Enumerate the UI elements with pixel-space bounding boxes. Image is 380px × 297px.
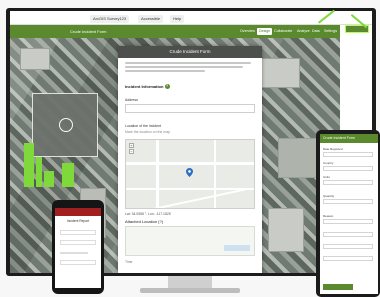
tablet-field[interactable] [323,256,373,261]
zoom-out-button[interactable]: − [129,149,134,154]
app-title: Crude Incident Form [70,29,107,34]
building [268,208,304,252]
green-bar-graphic [24,129,84,187]
tablet-label: Quantity [323,194,335,198]
nav-data[interactable]: Data [310,28,322,35]
tablet-field[interactable] [323,244,373,249]
nav-overview[interactable]: Overview [238,28,257,35]
tablet-label: Reason [323,214,334,218]
road [126,162,254,165]
phone-header [55,208,101,216]
phone-device: Incident Report [52,200,104,294]
tablet-device: Crude Incident Form Date Reported Countr… [316,130,380,297]
help-icon[interactable]: ? [164,84,170,90]
tablet-field[interactable] [323,232,373,237]
location-label: Location of the incident [125,124,161,128]
address-label: Address [125,98,138,102]
form-intro [125,62,255,72]
road [136,188,246,208]
phone-field[interactable] [60,260,96,265]
tablet-field[interactable] [323,152,373,157]
map-pin-icon [186,168,193,177]
nav-design[interactable]: Design [257,28,273,35]
monitor-base [140,288,240,293]
tablet-field[interactable] [323,166,373,171]
bar [44,171,54,187]
address-input[interactable] [125,104,255,113]
phone-field[interactable] [60,240,96,245]
monitor-stand [168,276,212,288]
time-label: Time [125,260,133,264]
browser-tab-2[interactable]: Accessible [138,15,164,23]
phone-field[interactable] [60,230,96,235]
incident-info-title: Incident Information ? [125,84,170,90]
location-hint: Mark the location on the map [125,130,171,134]
bar [62,163,74,187]
product-showcase: ArcGIS Survey123 Accessible Help Crude I… [0,0,380,297]
incident-info-label: Incident Information [125,84,164,89]
upload-title: Attached Location (?) [125,219,164,224]
tablet-header: Crude Incident Form [320,134,378,143]
upload-button[interactable] [224,245,250,251]
browser-tab-3[interactable]: Help [170,15,185,23]
phone-title: Incident Report [66,219,90,223]
upload-area[interactable] [125,226,255,256]
tablet-label: Country [323,161,334,165]
zoom-in-button[interactable]: + [129,143,134,148]
tablet-field[interactable] [323,199,373,204]
tablet-field[interactable] [323,180,373,185]
phone-text-line [60,252,88,254]
building [260,58,300,88]
tablet-label: Units [323,175,330,179]
tablet-submit-button[interactable] [323,284,353,290]
bar [36,157,42,187]
bar [24,143,34,187]
tablet-screen: Crude Incident Form Date Reported Countr… [320,134,378,294]
tablet-field[interactable] [323,219,373,224]
browser-tab-1[interactable]: ArcGIS Survey123 [90,15,130,23]
browser-bar: ArcGIS Survey123 Accessible Help [10,11,372,25]
location-map[interactable]: + − [125,139,255,209]
road [214,140,216,208]
nav-collaborate[interactable]: Collaborate [272,28,294,35]
building [20,48,50,70]
coordinates-readout: Lat: 34.0558 °, Lon: -117.1825 [125,212,171,216]
phone-screen: Incident Report [55,208,101,288]
road [156,140,159,208]
crude-incident-form: Crude Incident Form Incident Information… [118,46,262,273]
tablet-label: Date Reported [323,147,343,151]
nav-settings[interactable]: Settings [322,28,339,35]
app-header: Crude Incident Form Overview Design Coll… [10,25,372,38]
form-header: Crude Incident Form [118,46,262,58]
